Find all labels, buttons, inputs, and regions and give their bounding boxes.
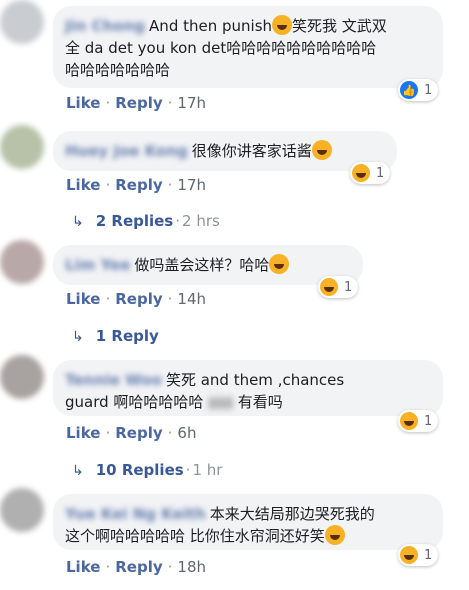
comment-bubble: Yue Kei Ng Keith 本来大结局那边哭死我的 这个啊哈哈哈哈哈 比你住… (53, 494, 443, 550)
comment-actions: Like · Reply · 14h (66, 290, 206, 308)
blurred-text: ▮▮▮ (208, 393, 233, 411)
separator: · (185, 461, 191, 479)
comment-text: guard 啊哈哈哈哈哈 (65, 393, 204, 411)
replies-count[interactable]: 1 Reply (96, 327, 159, 345)
like-icon: 👍 (400, 81, 418, 99)
laughing-emoji-icon (269, 254, 290, 274)
like-link[interactable]: Like (66, 290, 100, 308)
separator: · (105, 176, 111, 194)
avatar[interactable] (0, 0, 44, 44)
comment-actions: Like · Reply · 18h (66, 558, 206, 576)
comment-text: 哈哈哈哈哈哈哈 (65, 61, 171, 79)
view-replies-link[interactable]: ↳ 10 Replies · 1 hr (72, 461, 222, 479)
reaction-badge[interactable]: 1 (398, 544, 439, 566)
comment-actions: Like · Reply · 17h (66, 176, 206, 194)
reaction-badge[interactable]: 1 (350, 162, 391, 184)
replies-time: 2 hrs (182, 212, 220, 230)
reply-link[interactable]: Reply (115, 176, 162, 194)
reply-link[interactable]: Reply (115, 94, 162, 112)
view-replies-link[interactable]: ↳ 1 Reply (72, 327, 159, 345)
like-link[interactable]: Like (66, 94, 100, 112)
comment-author[interactable]: Tennie Woo (65, 371, 162, 389)
comment-text: 有看吗 (237, 393, 283, 411)
replies-count[interactable]: 2 Replies (96, 212, 174, 230)
comment-author[interactable]: Jin Chong (65, 17, 145, 35)
comment-text: 很像你讲客家话酱 (191, 142, 312, 160)
reply-link[interactable]: Reply (115, 290, 162, 308)
reaction-badge[interactable]: 1 (318, 276, 359, 298)
separator: · (167, 558, 173, 576)
replies-count[interactable]: 10 Replies (96, 461, 184, 479)
reaction-count: 1 (376, 165, 385, 181)
reaction-count: 1 (344, 279, 353, 295)
comment-time[interactable]: 17h (177, 176, 206, 194)
reaction-count: 1 (424, 547, 433, 563)
comment-time[interactable]: 14h (177, 290, 206, 308)
separator: · (167, 176, 173, 194)
comment-time[interactable]: 6h (177, 424, 196, 442)
comment-text: 本来大结局那边哭死我的 (209, 505, 375, 523)
separator: · (175, 212, 181, 230)
comment-text: 笑死 and them ,chances (165, 371, 345, 389)
view-replies-link[interactable]: ↳ 2 Replies · 2 hrs (72, 212, 220, 230)
like-link[interactable]: Like (66, 558, 100, 576)
reply-link[interactable]: Reply (115, 424, 162, 442)
separator: · (105, 290, 111, 308)
comment-bubble: Lim Yee 做吗盖会这样？哈哈 (53, 245, 363, 285)
separator: · (167, 424, 173, 442)
comment-text: 做吗盖会这样？哈哈 (134, 256, 270, 274)
reply-arrow-icon: ↳ (72, 214, 84, 230)
comment-time[interactable]: 17h (177, 94, 206, 112)
separator: · (105, 558, 111, 576)
reply-link[interactable]: Reply (115, 558, 162, 576)
like-link[interactable]: Like (66, 424, 100, 442)
reaction-badge[interactable]: 1 (398, 410, 439, 432)
separator: · (105, 94, 111, 112)
replies-time: 1 hr (192, 461, 223, 479)
laughing-emoji-icon (324, 525, 345, 545)
comment-time[interactable]: 18h (177, 558, 206, 576)
haha-icon (352, 164, 370, 182)
reaction-badge[interactable]: 👍 1 (398, 79, 439, 101)
comment-author[interactable]: Yue Kei Ng Keith (65, 505, 206, 523)
reply-arrow-icon: ↳ (72, 463, 84, 479)
haha-icon (320, 278, 338, 296)
comment-text: 笑死我 文武双 (292, 17, 387, 35)
avatar[interactable] (0, 488, 44, 532)
separator: · (167, 290, 173, 308)
comment-bubble: Huey Joe Kong 很像你讲客家话酱 (53, 131, 397, 171)
haha-icon (400, 546, 418, 564)
comment-text: And then punish (149, 17, 273, 35)
comment-text: 这个啊哈哈哈哈哈 比你住水帘洞还好笑 (65, 527, 325, 545)
avatar[interactable] (0, 240, 44, 284)
separator: · (167, 94, 173, 112)
comment-author[interactable]: Huey Joe Kong (65, 142, 188, 160)
laughing-emoji-icon (311, 140, 332, 160)
avatar[interactable] (0, 125, 44, 169)
comment-text: 全 da det you kon det哈哈哈哈哈哈哈哈哈哈 (65, 39, 377, 57)
comment-bubble: Jin Chong And then punish 笑死我 文武双 全 da det… (53, 6, 443, 88)
comment-actions: Like · Reply · 17h (66, 94, 206, 112)
comment-author[interactable]: Lim Yee (65, 256, 130, 274)
reaction-count: 1 (424, 82, 433, 98)
avatar[interactable] (0, 355, 44, 399)
reaction-count: 1 (424, 413, 433, 429)
haha-icon (400, 412, 418, 430)
comment-bubble: Tennie Woo 笑死 and them ,chances guard 啊哈哈… (53, 360, 443, 416)
reply-arrow-icon: ↳ (72, 329, 84, 345)
laughing-emoji-icon (272, 15, 293, 35)
separator: · (105, 424, 111, 442)
like-link[interactable]: Like (66, 176, 100, 194)
comment-actions: Like · Reply · 6h (66, 424, 196, 442)
